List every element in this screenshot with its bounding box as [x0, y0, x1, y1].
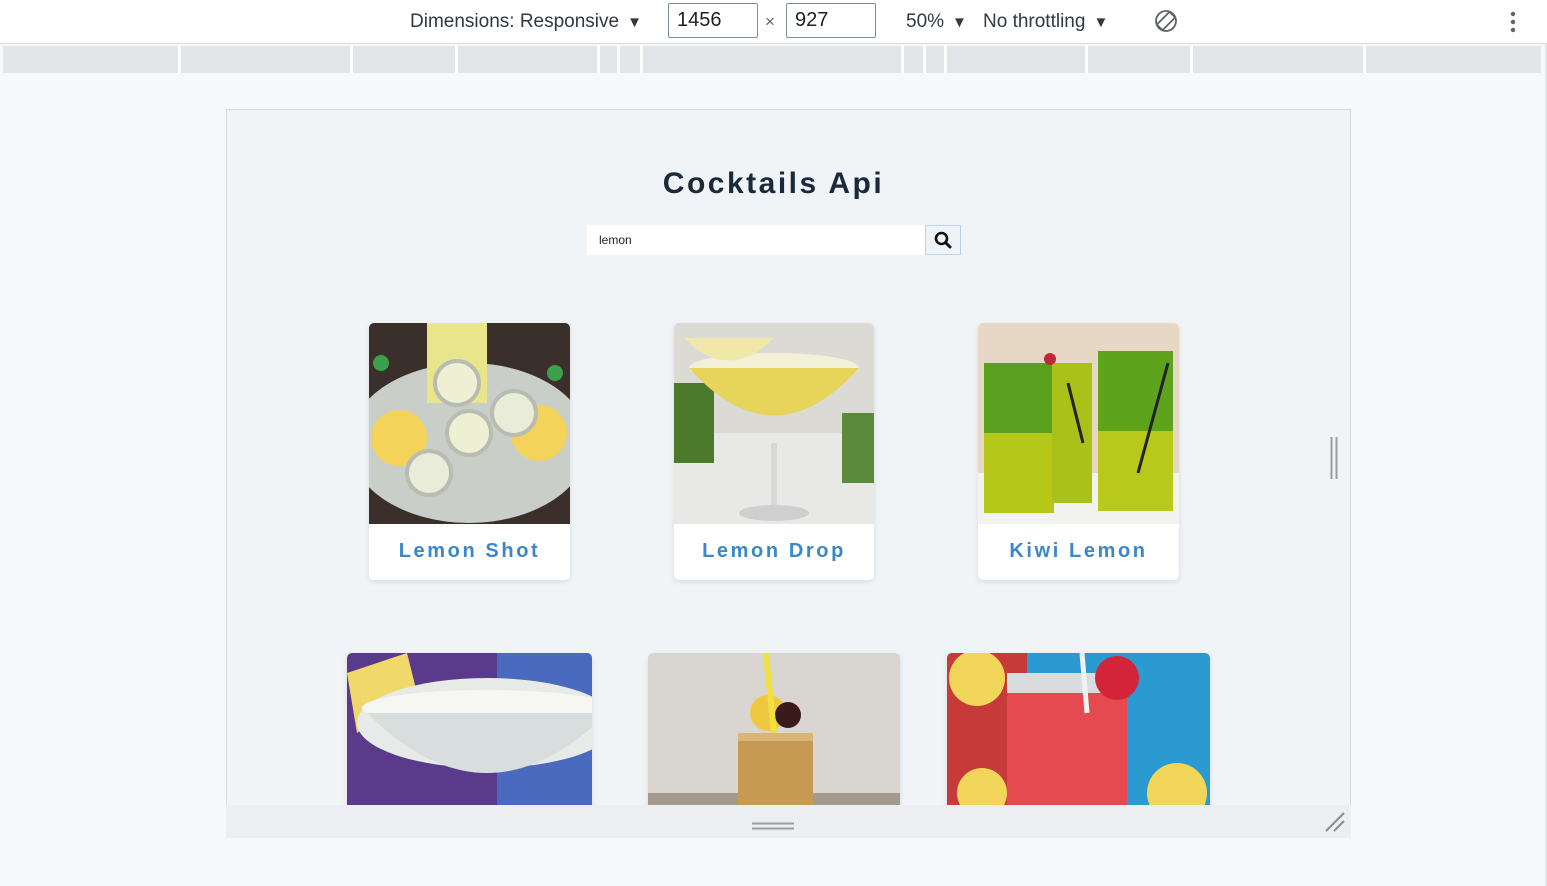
- media-query-divider: [901, 46, 904, 73]
- device-viewport: Cocktails Api lemon Lemon Shot Lemon Dro…: [226, 109, 1351, 805]
- media-query-divider: [1190, 46, 1193, 73]
- drink-image: [347, 653, 592, 805]
- media-query-divider: [1085, 46, 1088, 73]
- drink-name: Lemon Shot: [398, 540, 541, 562]
- device-toolbar: Dimensions: Responsive ▼ 1456 × 927 50% …: [0, 0, 1547, 44]
- resize-handle-right[interactable]: [1329, 437, 1339, 479]
- chevron-down-icon: ▼: [952, 13, 967, 31]
- media-query-divider: [597, 46, 600, 73]
- media-query-divider: [944, 46, 947, 73]
- zoom-label: 50%: [906, 11, 945, 32]
- drink-image: [369, 323, 570, 524]
- drink-name: Lemon Drop: [702, 540, 846, 562]
- search-input[interactable]: lemon: [587, 225, 925, 255]
- more-vert-icon[interactable]: [1508, 10, 1518, 34]
- width-input[interactable]: 1456: [668, 3, 758, 38]
- drink-image: [947, 653, 1210, 805]
- height-input[interactable]: 927: [786, 3, 876, 38]
- drink-card[interactable]: [947, 653, 1210, 805]
- drink-name: Kiwi Lemon: [1009, 540, 1148, 562]
- media-query-divider: [617, 46, 620, 73]
- drink-image: [978, 323, 1179, 524]
- media-query-divider: [1363, 46, 1366, 73]
- drink-image: [674, 323, 874, 524]
- media-query-divider: [923, 46, 926, 73]
- media-query-divider: [350, 46, 353, 73]
- drink-image: [648, 653, 900, 805]
- resize-handle-corner[interactable]: [1324, 811, 1346, 833]
- search-button[interactable]: [925, 225, 961, 255]
- resize-strip-bottom: [226, 805, 1351, 838]
- drink-card[interactable]: Kiwi Lemon: [978, 323, 1179, 580]
- media-query-divider: [640, 46, 643, 73]
- zoom-dropdown[interactable]: 50% ▼: [906, 0, 967, 44]
- search-icon: [934, 231, 952, 249]
- chevron-down-icon: ▼: [627, 13, 642, 31]
- media-query-bar[interactable]: [3, 46, 1541, 73]
- throttling-dropdown[interactable]: No throttling ▼: [983, 0, 1108, 44]
- search-form: lemon: [587, 225, 962, 255]
- throttling-label: No throttling: [983, 11, 1086, 32]
- times-sign: ×: [765, 12, 775, 31]
- drink-card[interactable]: Lemon Drop: [674, 323, 874, 580]
- dimensions-dropdown[interactable]: Dimensions: Responsive ▼: [410, 0, 642, 44]
- drink-card[interactable]: Lemon Shot: [369, 323, 570, 580]
- page-title: Cocktails Api: [662, 167, 885, 200]
- drink-card[interactable]: [347, 653, 592, 805]
- rotate-icon[interactable]: [1153, 8, 1179, 34]
- drink-card[interactable]: [648, 653, 900, 805]
- resize-handle-bottom[interactable]: [752, 818, 794, 830]
- media-query-divider: [178, 46, 181, 73]
- media-query-divider: [455, 46, 458, 73]
- dimensions-label: Dimensions: Responsive: [410, 11, 620, 32]
- chevron-down-icon: ▼: [1093, 13, 1109, 31]
